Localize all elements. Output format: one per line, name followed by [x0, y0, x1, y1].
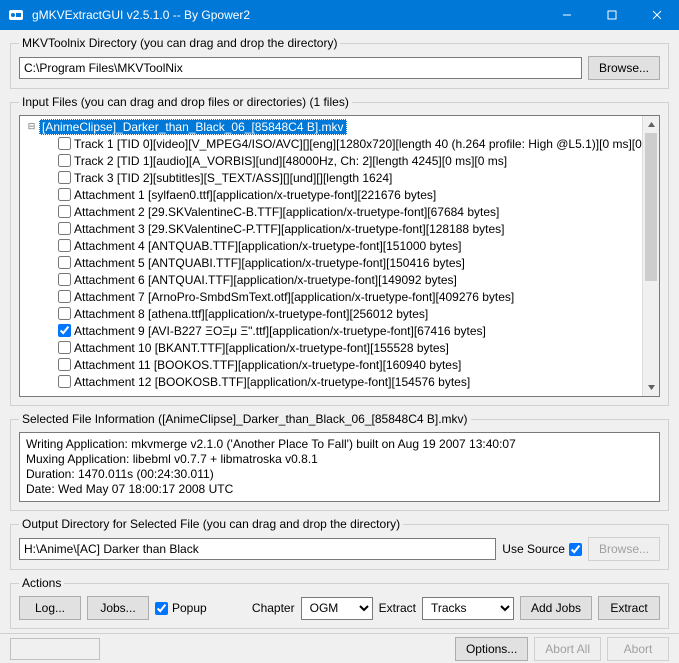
info-line: Date: Wed May 07 18:00:17 2008 UTC — [26, 482, 653, 497]
log-button[interactable]: Log... — [19, 596, 81, 620]
status-cell — [10, 638, 100, 660]
toolnix-directory-group: MKVToolnix Directory (you can drag and d… — [10, 36, 669, 89]
tree-track-item[interactable]: Attachment 12 [BOOKOSB.TTF][application/… — [58, 373, 642, 390]
tree-track-checkbox[interactable] — [58, 239, 71, 252]
selected-file-info-group: Selected File Information ([AnimeClipse]… — [10, 412, 669, 511]
output-path-input[interactable] — [19, 538, 496, 560]
chapter-select[interactable]: OGM — [301, 597, 373, 620]
tree-track-checkbox[interactable] — [58, 358, 71, 371]
tree-track-item[interactable]: Track 2 [TID 1][audio][A_VORBIS][und][48… — [58, 152, 642, 169]
window-titlebar: gMKVExtractGUI v2.5.1.0 -- By Gpower2 — [0, 0, 679, 30]
tree-track-checkbox[interactable] — [58, 205, 71, 218]
tree-track-item[interactable]: Attachment 10 [BKANT.TTF][application/x-… — [58, 339, 642, 356]
abort-button: Abort — [607, 637, 669, 661]
tree-track-item[interactable]: Track 1 [TID 0][video][V_MPEG4/ISO/AVC][… — [58, 135, 642, 152]
tree-track-item[interactable]: Attachment 8 [athena.ttf][application/x-… — [58, 305, 642, 322]
selected-file-info-legend: Selected File Information ([AnimeClipse]… — [19, 412, 471, 426]
tree-collapse-icon[interactable]: ⊟ — [26, 121, 37, 132]
tree-track-item[interactable]: Attachment 4 [ANTQUAB.TTF][application/x… — [58, 237, 642, 254]
popup-checkbox[interactable]: Popup — [155, 601, 207, 615]
tree-track-item[interactable]: Attachment 11 [BOOKOS.TTF][application/x… — [58, 356, 642, 373]
scroll-up-button[interactable] — [643, 116, 659, 133]
scroll-thumb[interactable] — [645, 133, 657, 281]
toolnix-browse-button[interactable]: Browse... — [588, 56, 660, 80]
info-line: Muxing Application: libebml v0.7.7 + lib… — [26, 452, 653, 467]
extract-label: Extract — [379, 601, 416, 615]
actions-group: Actions Log... Jobs... Popup Chapter OGM… — [10, 576, 669, 629]
info-line: Writing Application: mkvmerge v2.1.0 ('A… — [26, 437, 653, 452]
tree-track-label: Attachment 6 [ANTQUAI.TTF][application/x… — [74, 273, 457, 287]
tree-track-item[interactable]: Attachment 6 [ANTQUAI.TTF][application/x… — [58, 271, 642, 288]
tree-track-item[interactable]: Attachment 5 [ANTQUABI.TTF][application/… — [58, 254, 642, 271]
toolnix-legend: MKVToolnix Directory (you can drag and d… — [19, 36, 340, 50]
output-directory-legend: Output Directory for Selected File (you … — [19, 517, 403, 531]
jobs-button[interactable]: Jobs... — [87, 596, 149, 620]
tree-track-label: Attachment 3 [29.SKValentineC-P.TTF][app… — [74, 222, 504, 236]
add-jobs-button[interactable]: Add Jobs — [520, 596, 592, 620]
tree-track-checkbox[interactable] — [58, 256, 71, 269]
input-files-group: Input Files (you can drag and drop files… — [10, 95, 669, 406]
tree-track-label: Track 3 [TID 2][subtitles][S_TEXT/ASS][]… — [74, 171, 392, 185]
tree-track-label: Track 1 [TID 0][video][V_MPEG4/ISO/AVC][… — [74, 137, 642, 151]
abort-all-button: Abort All — [534, 637, 601, 661]
popup-check[interactable] — [155, 602, 168, 615]
tree-track-label: Attachment 7 [ArnoPro-SmbdSmText.otf][ap… — [74, 290, 514, 304]
popup-label: Popup — [172, 601, 207, 615]
toolnix-path-input[interactable] — [19, 57, 582, 79]
tree-track-label: Attachment 9 [AVI-B227 ΞΟΞμ Ξ".ttf][appl… — [74, 324, 486, 338]
tree-track-checkbox[interactable] — [58, 273, 71, 286]
tree-track-label: Attachment 2 [29.SKValentineC-B.TTF][app… — [74, 205, 499, 219]
tree-track-item[interactable]: Attachment 1 [sylfaen0.ttf][application/… — [58, 186, 642, 203]
extract-button[interactable]: Extract — [598, 596, 660, 620]
use-source-label: Use Source — [502, 542, 565, 556]
tree-scrollbar[interactable] — [642, 116, 659, 396]
tree-track-checkbox[interactable] — [58, 324, 71, 337]
tree-track-item[interactable]: Attachment 3 [29.SKValentineC-P.TTF][app… — [58, 220, 642, 237]
tree-track-label: Attachment 1 [sylfaen0.ttf][application/… — [74, 188, 436, 202]
use-source-check[interactable] — [569, 543, 582, 556]
chapter-label: Chapter — [252, 601, 295, 615]
tree-track-label: Attachment 4 [ANTQUAB.TTF][application/x… — [74, 239, 462, 253]
tree-track-checkbox[interactable] — [58, 154, 71, 167]
tree-track-label: Attachment 11 [BOOKOS.TTF][application/x… — [74, 358, 461, 372]
scroll-down-button[interactable] — [643, 379, 659, 396]
status-bar: Options... Abort All Abort — [0, 633, 679, 663]
window-title: gMKVExtractGUI v2.5.1.0 -- By Gpower2 — [32, 8, 544, 22]
info-line: Duration: 1470.011s (00:24:30.011) — [26, 467, 653, 482]
extract-select[interactable]: Tracks — [422, 597, 514, 620]
output-directory-group: Output Directory for Selected File (you … — [10, 517, 669, 570]
tree-track-checkbox[interactable] — [58, 290, 71, 303]
window-close-button[interactable] — [634, 0, 679, 30]
tree-file-node[interactable]: ⊟ [AnimeClipse]_Darker_than_Black_06_[85… — [26, 118, 642, 135]
tree-track-label: Attachment 5 [ANTQUABI.TTF][application/… — [74, 256, 465, 270]
input-files-legend: Input Files (you can drag and drop files… — [19, 95, 352, 109]
tree-track-label: Attachment 8 [athena.ttf][application/x-… — [74, 307, 428, 321]
tree-track-checkbox[interactable] — [58, 137, 71, 150]
options-button[interactable]: Options... — [455, 637, 528, 661]
tree-track-item[interactable]: Track 3 [TID 2][subtitles][S_TEXT/ASS][]… — [58, 169, 642, 186]
tree-track-checkbox[interactable] — [58, 222, 71, 235]
window-maximize-button[interactable] — [589, 0, 634, 30]
tree-track-checkbox[interactable] — [58, 375, 71, 388]
actions-legend: Actions — [19, 576, 64, 590]
tree-track-label: Attachment 10 [BKANT.TTF][application/x-… — [74, 341, 449, 355]
tree-track-label: Track 2 [TID 1][audio][A_VORBIS][und][48… — [74, 154, 507, 168]
use-source-checkbox[interactable]: Use Source — [502, 542, 582, 556]
selected-file-info-text: Writing Application: mkvmerge v2.1.0 ('A… — [19, 432, 660, 502]
tree-file-label[interactable]: [AnimeClipse]_Darker_than_Black_06_[8584… — [39, 119, 347, 135]
app-icon — [8, 7, 24, 23]
tree-track-item[interactable]: Attachment 7 [ArnoPro-SmbdSmText.otf][ap… — [58, 288, 642, 305]
tree-track-item[interactable]: Attachment 2 [29.SKValentineC-B.TTF][app… — [58, 203, 642, 220]
window-minimize-button[interactable] — [544, 0, 589, 30]
input-files-tree[interactable]: ⊟ [AnimeClipse]_Darker_than_Black_06_[85… — [19, 115, 660, 397]
tree-track-label: Attachment 12 [BOOKOSB.TTF][application/… — [74, 375, 470, 389]
tree-track-checkbox[interactable] — [58, 341, 71, 354]
tree-track-checkbox[interactable] — [58, 188, 71, 201]
tree-track-checkbox[interactable] — [58, 171, 71, 184]
tree-track-item[interactable]: Attachment 9 [AVI-B227 ΞΟΞμ Ξ".ttf][appl… — [58, 322, 642, 339]
tree-track-checkbox[interactable] — [58, 307, 71, 320]
output-browse-button: Browse... — [588, 537, 660, 561]
